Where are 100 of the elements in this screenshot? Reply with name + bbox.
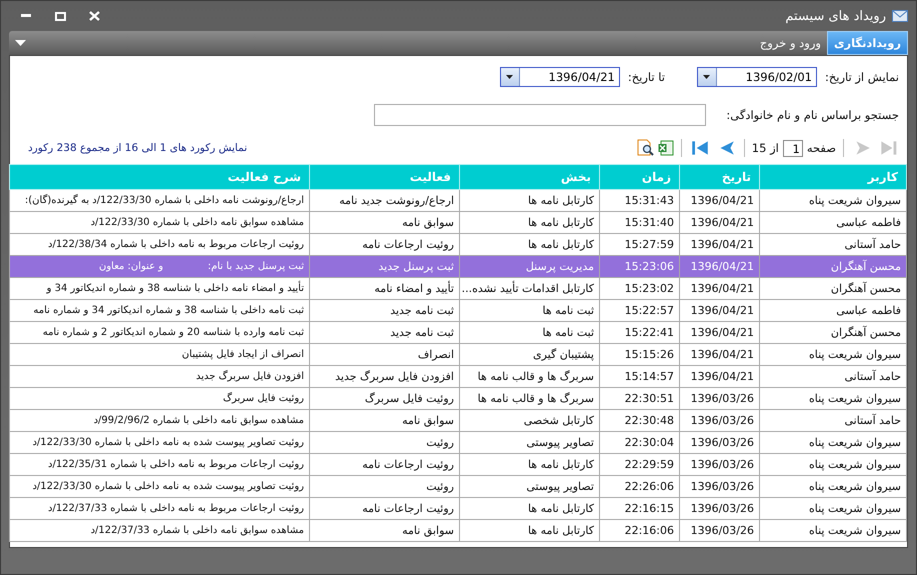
to-date-label: تا تاریخ:: [628, 70, 665, 84]
table-cell: سوابق نامه: [310, 212, 460, 234]
envelope-icon: [892, 10, 908, 22]
table-cell: محسن آهنگران: [760, 256, 906, 278]
table-cell: حامد آستانی: [760, 410, 906, 432]
table-cell: سربرگ ها و قالب نامه ها: [460, 366, 600, 388]
table-cell: ثبت نامه جدید: [310, 322, 460, 344]
table-cell: کارتابل نامه ها: [460, 498, 600, 520]
table-cell: سیروان شریعت پناه: [760, 190, 906, 212]
table-cell: انصراف از ایجاد فایل پشتیبان: [10, 344, 310, 366]
close-icon[interactable]: [88, 11, 100, 21]
document-search-icon[interactable]: [636, 139, 654, 157]
table-cell: ثبت نامه وارده با شناسه 20 و شماره اندیکاتور 2 و شماره نامه: [10, 322, 310, 344]
table-cell: 15:31:43: [600, 190, 680, 212]
table-cell: حامد آستانی: [760, 366, 906, 388]
table-cell: 22:30:04: [600, 432, 680, 454]
from-date-field[interactable]: 1396/02/01: [696, 67, 817, 87]
table-cell: محسن آهنگران: [760, 278, 906, 300]
table-cell: 1396/03/26: [680, 432, 760, 454]
table-cell: مشاهده سوابق نامه داخلی با شماره 122/33/30/د: [10, 212, 310, 234]
table-cell: افزودن فایل سربرگ جدید: [10, 366, 310, 388]
table-cell: سربرگ ها و قالب نامه ها: [460, 388, 600, 410]
page-number-field[interactable]: 1: [782, 140, 803, 156]
table-cell: افزودن فایل سربرگ جدید: [310, 366, 460, 388]
table-cell: کارتابل نامه ها: [460, 190, 600, 212]
table-cell: ثبت پرسنل جدید: [310, 256, 460, 278]
table-cell: مدیریت پرسنل: [460, 256, 600, 278]
table-cell: روئیت تصاویر پیوست شده به نامه داخلی با شماره 122/33/30/د: [10, 476, 310, 498]
tab[interactable]: ورود و خروج: [754, 31, 827, 55]
table-cell: 22:29:59: [600, 454, 680, 476]
from-date-label: نمایش از تاریخ:: [824, 70, 899, 84]
spreadsheet-icon[interactable]: [658, 140, 674, 156]
table-cell: انصراف: [310, 344, 460, 366]
table-cell: 15:14:57: [600, 366, 680, 388]
table-cell: 1396/03/26: [680, 454, 760, 476]
page-count: از 15: [752, 141, 779, 155]
table-cell: محسن آهنگران: [760, 322, 906, 344]
table-cell: مشاهده سوابق نامه داخلی با شماره 99/2/96/2/د: [10, 410, 310, 432]
table-cell: روئیت تصاویر پیوست شده به نامه داخلی با شماره 122/33/30/د: [10, 432, 310, 454]
table-cell: روئیت: [310, 476, 460, 498]
table-cell: کارتابل نامه ها: [460, 212, 600, 234]
table-cell: 15:31:40: [600, 212, 680, 234]
table-cell: 22:26:06: [600, 476, 680, 498]
maximize-icon[interactable]: [54, 12, 66, 20]
dropdown-arrow-icon[interactable]: [506, 75, 514, 79]
table-cell: 1396/04/21: [680, 256, 760, 278]
table-cell: روئیت ارجاعات مربوط به نامه داخلی با شماره 122/35/31/د: [10, 454, 310, 476]
table-cell: سیروان شریعت پناه: [760, 520, 906, 542]
table-cell: 22:30:48: [600, 410, 680, 432]
table-cell: تصاویر پیوستی: [460, 432, 600, 454]
table-cell: سیروان شریعت پناه: [760, 432, 906, 454]
table-cell: ثبت نامه داخلی با شناسه 38 و شماره اندیکاتور 34 و شماره نامه: [10, 300, 310, 322]
dropdown-arrow-icon[interactable]: [703, 75, 710, 79]
table-cell: سیروان شریعت پناه: [760, 476, 906, 498]
table-cell: 15:22:41: [600, 322, 680, 344]
table-cell: روئیت ارجاعات نامه: [310, 498, 460, 520]
to-date-field[interactable]: 1396/04/21: [500, 67, 620, 87]
table-cell: 1396/04/21: [680, 190, 760, 212]
table-cell: سیروان شریعت پناه: [760, 498, 906, 520]
table-cell: 1396/03/26: [680, 498, 760, 520]
table-cell: کارتابل اقدامات تأیید نشده...: [460, 278, 600, 300]
minimize-icon[interactable]: [21, 14, 31, 18]
table-cell: پشتیبان گیری: [460, 344, 600, 366]
table-cell: روئیت ارجاعات مربوط به نامه داخلی با شماره 122/37/33/د: [10, 498, 310, 520]
table-cell: 15:22:57: [600, 300, 680, 322]
table-cell: 1396/03/26: [680, 410, 760, 432]
table-cell: 1396/04/21: [680, 212, 760, 234]
page-label: صفحه: [806, 141, 836, 155]
table-cell: 1396/04/21: [680, 300, 760, 322]
table-cell: سوابق نامه: [310, 520, 460, 542]
table-cell: روئیت ارجاعات نامه: [310, 454, 460, 476]
table-cell: 1396/04/21: [680, 278, 760, 300]
table-cell: روئیت فایل سربرگ: [10, 388, 310, 410]
table-cell: ثبت نامه ها: [460, 322, 600, 344]
table-cell: 1396/03/26: [680, 476, 760, 498]
table-cell: 1396/04/21: [680, 366, 760, 388]
table-cell: 1396/03/26: [680, 388, 760, 410]
table-cell: سیروان شریعت پناه: [760, 454, 906, 476]
table-cell: تصاویر پیوستی: [460, 476, 600, 498]
table-cell: 15:23:02: [600, 278, 680, 300]
table-cell: کارتابل نامه ها: [460, 454, 600, 476]
table-cell: 22:30:51: [600, 388, 680, 410]
table-cell: سیروان شریعت پناه: [760, 388, 906, 410]
search-label: جستجو براساس نام و نام خانوادگی:: [726, 108, 899, 122]
table-cell: سوابق نامه: [310, 410, 460, 432]
record-summary: نمایش رکورد های 1 الی 16 از مجموع 238 رکورد: [27, 142, 248, 154]
table-cell: مشاهده سوابق نامه داخلی با شماره 122/37/33/د: [10, 520, 310, 542]
table-cell: 1396/04/21: [680, 344, 760, 366]
table-cell: روئیت: [310, 432, 460, 454]
table-cell: تأیید و امضاء نامه: [310, 278, 460, 300]
table-cell: تأیید و امضاء نامه داخلی با شناسه 38 و شماره اندیکاتور 34 و: [10, 278, 310, 300]
search-field[interactable]: [374, 104, 706, 126]
table-cell: کارتابل نامه ها: [460, 520, 600, 542]
table-cell: ارجاع/رونوشت جدید نامه: [310, 190, 460, 212]
table-cell: 15:23:06: [600, 256, 680, 278]
table-cell: 15:15:26: [600, 344, 680, 366]
table-cell: 1396/04/21: [680, 322, 760, 344]
table-cell: ثبت پرسنل جدید با نام: و عنوان: معاون: [10, 256, 310, 278]
table-cell: 22:16:06: [600, 520, 680, 542]
table-cell: روئیت فایل سربرگ: [310, 388, 460, 410]
